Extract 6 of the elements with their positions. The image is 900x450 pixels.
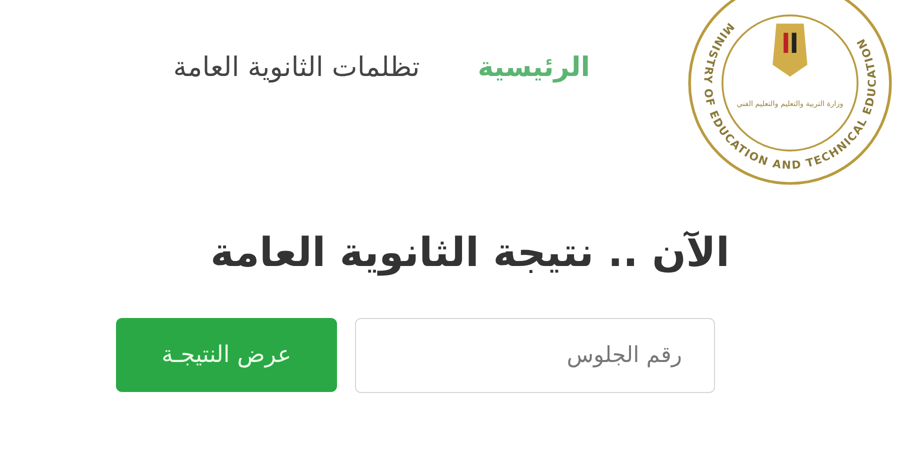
seat-number-input[interactable]: رقم الجلوس	[386, 342, 684, 369]
page-heading: الآن .. نتيجة الثانوية العامة	[209, 230, 731, 276]
nav-link[interactable]: الرئيسية	[478, 50, 590, 85]
show-result-button[interactable]: عرض النتيجـة	[116, 318, 337, 392]
seat-number-field[interactable]: رقم الجلوس	[355, 318, 715, 393]
nav-link[interactable]: تظلمات الثانوية العامة	[173, 50, 420, 85]
